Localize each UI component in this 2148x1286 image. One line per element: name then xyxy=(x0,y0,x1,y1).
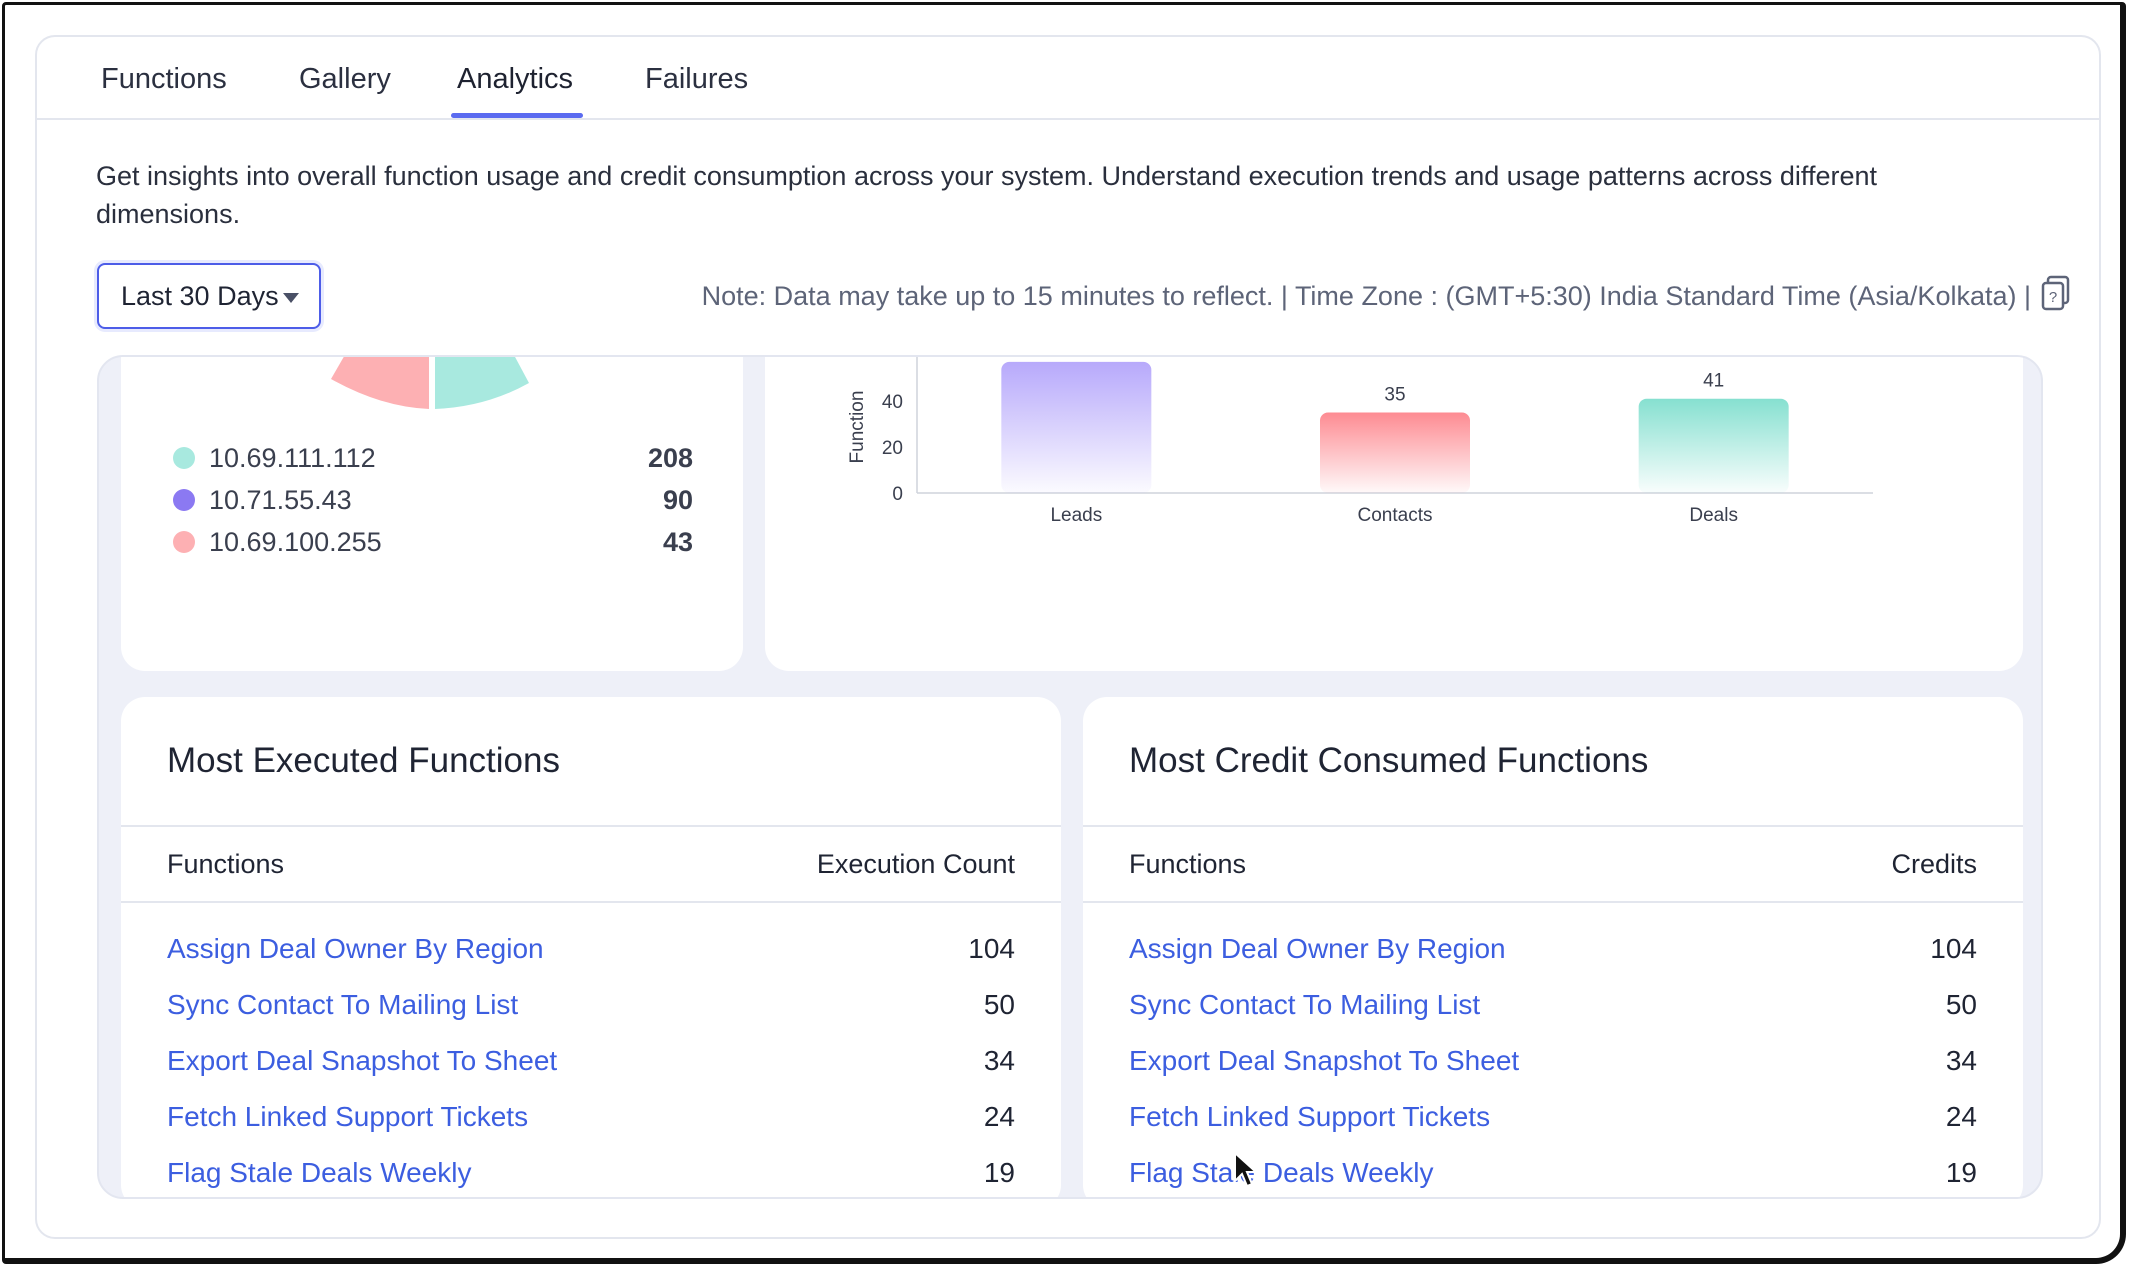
table-row: Sync Contact To Mailing List 50 xyxy=(121,979,1061,1035)
mouse-pointer-icon xyxy=(1234,1151,1259,1188)
most-executed-card: Most Executed Functions Functions Execut… xyxy=(121,697,1061,1197)
function-link[interactable]: Flag Stale Deals Weekly xyxy=(1129,1157,1434,1189)
execution-count: 104 xyxy=(968,933,1015,964)
legend-dot xyxy=(173,447,195,469)
legend-row: 10.71.55.43 90 xyxy=(173,481,693,521)
execution-count: 50 xyxy=(983,989,1015,1020)
execution-count: 19 xyxy=(983,1157,1015,1188)
date-range-select[interactable]: Last 30 Days xyxy=(97,263,321,329)
y-tick-label: 20 xyxy=(882,438,903,459)
date-range-value: Last 30 Days xyxy=(121,281,279,311)
table-row: Sync Contact To Mailing List 50 xyxy=(1083,979,2023,1035)
module-bar-chart: Function 0 20 40 Leads 35 Contacts 41 Deals xyxy=(847,357,1873,526)
col-functions: Functions xyxy=(167,849,285,879)
legend-row: 10.69.100.255 43 xyxy=(173,523,693,563)
col-credits: Credits xyxy=(1891,849,1977,879)
credit-count: 34 xyxy=(1945,1045,1977,1076)
legend-ip: 10.69.100.255 xyxy=(209,527,382,557)
module-bar-chart-card: Function 0 20 40 Leads 35 Contacts 41 Deals xyxy=(765,357,2023,671)
most-credit-card: Most Credit Consumed Functions Functions… xyxy=(1083,697,2023,1197)
legend-dot xyxy=(173,489,195,511)
table-row: Export Deal Snapshot To Sheet 34 xyxy=(121,1035,1061,1091)
tab-bar: Functions Gallery Analytics Failures xyxy=(37,37,2099,120)
legend-dot xyxy=(173,531,195,553)
tab-failures[interactable]: Failures xyxy=(645,63,748,96)
ip-address-card: 10.69.111.112 208 10.71.55.43 90 10.69.1… xyxy=(121,357,743,671)
legend-count: 90 xyxy=(662,485,693,515)
svg-text:?: ? xyxy=(2049,289,2057,306)
most-credit-header: Functions Credits xyxy=(1083,825,2023,903)
bar-contacts xyxy=(1320,412,1470,493)
credit-count: 24 xyxy=(1945,1101,1977,1132)
intro-text: Get insights into overall function usage… xyxy=(96,161,1877,229)
execution-count: 34 xyxy=(983,1045,1015,1076)
execution-count: 24 xyxy=(983,1101,1015,1132)
legend-row: 10.69.111.112 208 xyxy=(173,439,693,479)
function-link[interactable]: Export Deal Snapshot To Sheet xyxy=(1129,1045,1519,1077)
function-link[interactable]: Export Deal Snapshot To Sheet xyxy=(167,1045,557,1077)
caret-down-icon xyxy=(283,293,299,303)
bar-deals xyxy=(1638,398,1789,493)
legend-ip: 10.71.55.43 xyxy=(209,485,352,515)
functions-panel: Functions Gallery Analytics Failures Get… xyxy=(35,35,2101,1239)
pie-slice-10-69-111-112 xyxy=(435,357,529,409)
table-row: Flag Stale Deals Weekly 19 xyxy=(121,1147,1061,1197)
col-execution-count: Execution Count xyxy=(816,849,1015,879)
tab-analytics[interactable]: Analytics xyxy=(457,63,573,96)
data-delay-note: Note: Data may take up to 15 minutes to … xyxy=(701,281,2031,311)
most-credit-title: Most Credit Consumed Functions xyxy=(1129,741,1649,780)
tab-functions[interactable]: Functions xyxy=(101,63,227,96)
x-tick-label: Deals xyxy=(1689,505,1738,526)
ip-pie-chart xyxy=(331,357,529,409)
legend-ip: 10.69.111.112 xyxy=(209,443,376,473)
function-link[interactable]: Sync Contact To Mailing List xyxy=(167,989,518,1021)
function-link[interactable]: Fetch Linked Support Tickets xyxy=(167,1101,528,1133)
function-link[interactable]: Assign Deal Owner By Region xyxy=(167,933,544,965)
analytics-content: 10.69.111.112 208 10.71.55.43 90 10.69.1… xyxy=(97,355,2043,1199)
tab-gallery[interactable]: Gallery xyxy=(299,63,391,96)
col-functions: Functions xyxy=(1129,849,1247,879)
copy-icon[interactable]: ? xyxy=(2041,275,2071,311)
bar-value-label: 35 xyxy=(1384,385,1405,406)
legend-count: 208 xyxy=(647,443,693,473)
most-executed-header: Functions Execution Count xyxy=(121,825,1061,903)
function-link[interactable]: Fetch Linked Support Tickets xyxy=(1129,1101,1490,1133)
function-link[interactable]: Flag Stale Deals Weekly xyxy=(167,1157,472,1189)
screenshot-frame: Functions Gallery Analytics Failures Get… xyxy=(2,2,2126,1264)
bar-leads xyxy=(1001,361,1152,493)
bar-value-label: 41 xyxy=(1703,371,1724,392)
pie-slice-10-69-100-255 xyxy=(331,357,429,409)
most-executed-title: Most Executed Functions xyxy=(167,741,560,780)
table-row: Fetch Linked Support Tickets 24 xyxy=(121,1091,1061,1147)
function-link[interactable]: Assign Deal Owner By Region xyxy=(1129,933,1506,965)
y-tick-label: 0 xyxy=(892,484,903,505)
active-tab-indicator xyxy=(451,113,583,118)
legend-count: 43 xyxy=(662,527,693,557)
table-row: Flag Stale Deals Weekly 19 xyxy=(1083,1147,2023,1197)
credit-count: 104 xyxy=(1930,933,1977,964)
table-row: Assign Deal Owner By Region 104 xyxy=(1083,923,2023,979)
y-axis-label: Function xyxy=(847,391,868,464)
function-link[interactable]: Sync Contact To Mailing List xyxy=(1129,989,1480,1021)
table-row: Assign Deal Owner By Region 104 xyxy=(121,923,1061,979)
credit-count: 50 xyxy=(1945,989,1977,1020)
x-tick-label: Contacts xyxy=(1358,505,1433,526)
y-tick-label: 40 xyxy=(882,392,903,413)
table-row: Export Deal Snapshot To Sheet 34 xyxy=(1083,1035,2023,1091)
table-row: Fetch Linked Support Tickets 24 xyxy=(1083,1091,2023,1147)
x-tick-label: Leads xyxy=(1050,505,1102,526)
credit-count: 19 xyxy=(1945,1157,1977,1188)
